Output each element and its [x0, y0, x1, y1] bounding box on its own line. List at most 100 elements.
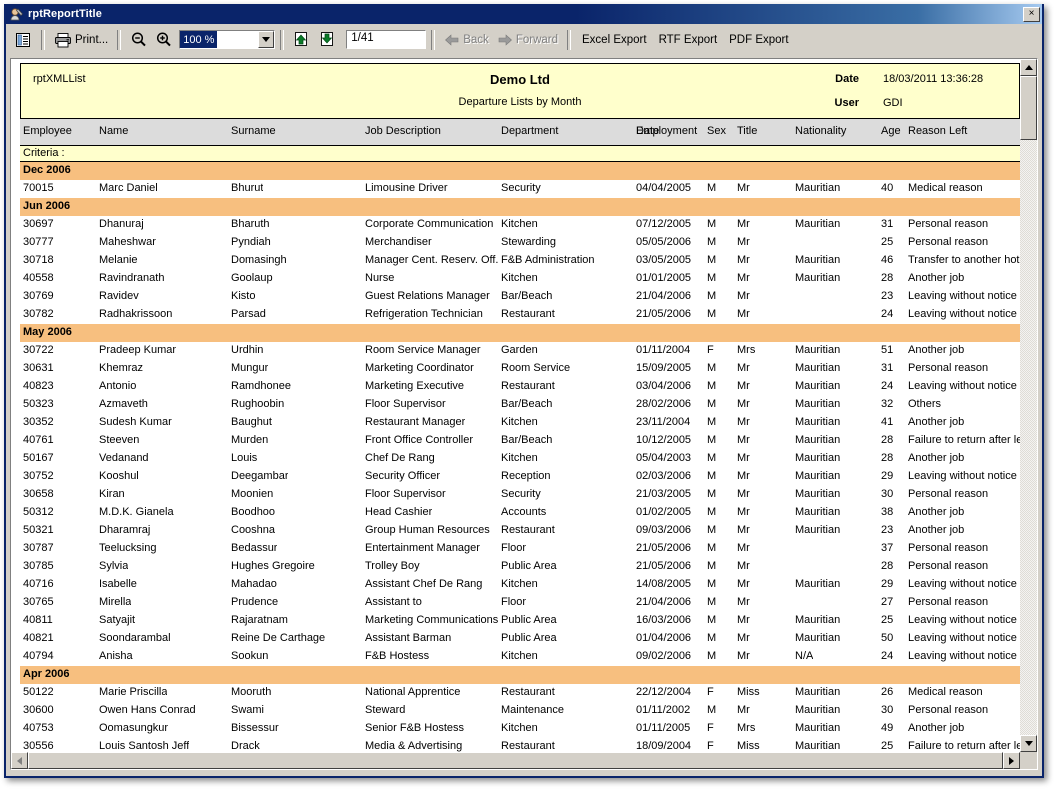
- table-row[interactable]: 30697 Dhanuraj Bharuth Corporate Communicat…: [20, 216, 1020, 234]
- group-header-label: Dec 2006: [23, 164, 71, 176]
- report-user-label: User: [834, 97, 859, 109]
- print-button[interactable]: Print...: [50, 28, 112, 52]
- scroll-up-button[interactable]: [1020, 59, 1037, 76]
- cell-age: 37: [881, 542, 894, 554]
- cell-surname: Mungur: [231, 362, 269, 374]
- table-row[interactable]: 30785 Sylvia Hughes Gregoire Trolley Boy Pub…: [20, 558, 1020, 576]
- cell-name: Pradeep Kumar: [99, 344, 177, 356]
- cell-sex: F: [707, 722, 714, 734]
- zoom-in-button[interactable]: [151, 28, 176, 52]
- table-row[interactable]: 70015 Marc Daniel Bhurut Limousine Driver Se…: [20, 180, 1020, 198]
- cell-title: Miss: [737, 740, 760, 752]
- cell-job-description: Media & Advertising: [365, 740, 463, 752]
- forward-button[interactable]: Forward: [493, 28, 562, 52]
- zoom-out-button[interactable]: [126, 28, 151, 52]
- cell-age: 29: [881, 470, 894, 482]
- zoom-level-combobox[interactable]: 100 %: [179, 30, 276, 49]
- cell-nationality: Mauritian: [795, 380, 841, 392]
- page-number-input[interactable]: 1/41: [346, 30, 427, 49]
- cell-reason-left: Failure to return after leav: [908, 434, 1020, 446]
- table-row[interactable]: 50321 Dharamraj Cooshna Group Human Resourc…: [20, 522, 1020, 540]
- cell-employment-date: 21/05/2006: [636, 308, 692, 320]
- cell-employee: 30787: [23, 542, 54, 554]
- cell-employment-date: 05/05/2006: [636, 236, 692, 248]
- cell-sex: M: [707, 596, 717, 608]
- toc-button[interactable]: [10, 28, 36, 52]
- cell-age: 30: [881, 488, 894, 500]
- table-row[interactable]: 50122 Marie Priscilla Mooruth National Appr…: [20, 684, 1020, 702]
- cell-job-description: Room Service Manager: [365, 344, 481, 356]
- table-row[interactable]: 40761 Steeven Murden Front Office Controlle…: [20, 432, 1020, 450]
- table-row[interactable]: 40716 Isabelle Mahadao Assistant Chef De Ra…: [20, 576, 1020, 594]
- previous-page-button[interactable]: [289, 28, 315, 52]
- cell-name: Ravindranath: [99, 272, 165, 284]
- table-row[interactable]: 30782 Radhakrissoon Parsad Refrigeration Te…: [20, 306, 1020, 324]
- cell-age: 24: [881, 308, 894, 320]
- page-down-icon: [321, 32, 334, 46]
- vertical-scrollbar-thumb[interactable]: [1020, 76, 1037, 140]
- scroll-right-button[interactable]: [1003, 752, 1020, 769]
- next-page-button[interactable]: [315, 28, 341, 52]
- scroll-left-button[interactable]: [11, 752, 28, 769]
- report-viewport: rptXMLList Demo Ltd Departure Lists by M…: [10, 58, 1038, 770]
- scroll-down-button[interactable]: [1020, 735, 1037, 752]
- cell-surname: Baughut: [231, 416, 272, 428]
- report-user-value: GDI: [883, 97, 903, 109]
- horizontal-scrollbar[interactable]: [11, 752, 1020, 769]
- table-row[interactable]: 50323 Azmaveth Rughoobin Floor Supervisor Ba…: [20, 396, 1020, 414]
- window-titlebar[interactable]: rptReportTitle ×: [6, 4, 1042, 24]
- table-row[interactable]: 40821 Soondarambal Reine De Carthage Assist…: [20, 630, 1020, 648]
- cell-name: Teelucksing: [99, 542, 157, 554]
- close-icon[interactable]: ×: [1023, 6, 1040, 22]
- table-row[interactable]: 30556 Louis Santosh Jeff Drack Media & Adve…: [20, 738, 1020, 752]
- table-row[interactable]: 40811 Satyajit Rajaratnam Marketing Communi…: [20, 612, 1020, 630]
- horizontal-scrollbar-thumb[interactable]: [28, 752, 1003, 769]
- table-row[interactable]: 30718 Melanie Domasingh Manager Cent. Reser…: [20, 252, 1020, 270]
- table-row[interactable]: 30787 Teelucksing Bedassur Entertainment Ma…: [20, 540, 1020, 558]
- cell-surname: Mahadao: [231, 578, 277, 590]
- table-row[interactable]: 30765 Mirella Prudence Assistant to Floor 21/…: [20, 594, 1020, 612]
- table-row[interactable]: 50312 M.D.K. Gianela Boodhoo Head Cashier Ac…: [20, 504, 1020, 522]
- table-row[interactable]: 30722 Pradeep Kumar Urdhin Room Service Man…: [20, 342, 1020, 360]
- table-row[interactable]: 30769 Ravidev Kisto Guest Relations Manager…: [20, 288, 1020, 306]
- cell-age: 28: [881, 434, 894, 446]
- cell-name: Anisha: [99, 650, 133, 662]
- table-row[interactable]: 40753 Oomasungkur Bissessur Senior F&B Host…: [20, 720, 1020, 738]
- table-row[interactable]: 40823 Antonio Ramdhonee Marketing Executive…: [20, 378, 1020, 396]
- column-header-job-description: Job Description: [365, 125, 441, 137]
- cell-employment-date: 21/04/2006: [636, 596, 692, 608]
- table-row[interactable]: 40558 Ravindranath Goolaup Nurse Kitchen 01/0…: [20, 270, 1020, 288]
- cell-employment-date: 02/03/2006: [636, 470, 692, 482]
- cell-nationality: Mauritian: [795, 578, 841, 590]
- cell-department: Bar/Beach: [501, 434, 553, 446]
- table-row[interactable]: 50167 Vedanand Louis Chef De Rang Kitchen 05/…: [20, 450, 1020, 468]
- cell-surname: Mooruth: [231, 686, 272, 698]
- cell-employment-date: 01/04/2006: [636, 632, 692, 644]
- vertical-scrollbar[interactable]: [1020, 59, 1037, 752]
- chevron-down-icon[interactable]: [258, 31, 275, 48]
- rtf-export-button[interactable]: RTF Export: [653, 34, 724, 46]
- vertical-scrollbar-track[interactable]: [1020, 76, 1037, 735]
- table-row[interactable]: 30600 Owen Hans Conrad Swami Steward Mainten…: [20, 702, 1020, 720]
- cell-employment-date: 18/09/2004: [636, 740, 692, 752]
- cell-job-description: Front Office Controller: [365, 434, 474, 446]
- cell-job-description: Floor Supervisor: [365, 398, 446, 410]
- cell-name: Marc Daniel: [99, 182, 158, 194]
- table-row[interactable]: 40794 Anisha Sookun F&B Hostess Kitchen 09/02…: [20, 648, 1020, 666]
- pdf-export-button[interactable]: PDF Export: [723, 34, 794, 46]
- excel-export-button[interactable]: Excel Export: [576, 34, 653, 46]
- cell-employee: 40558: [23, 272, 54, 284]
- table-row[interactable]: 30352 Sudesh Kumar Baughut Restaurant Manag…: [20, 414, 1020, 432]
- cell-reason-left: Leaving without notice: [908, 578, 1017, 590]
- table-row[interactable]: 30658 Kiran Moonien Floor Supervisor Securit…: [20, 486, 1020, 504]
- cell-title: Mr: [737, 632, 750, 644]
- cell-job-description: Refrigeration Technician: [365, 308, 483, 320]
- cell-department: Kitchen: [501, 650, 538, 662]
- table-row[interactable]: 30752 Kooshul Deegambar Security Officer Rec…: [20, 468, 1020, 486]
- cell-department: Room Service: [501, 362, 571, 374]
- cell-employment-date: 21/05/2006: [636, 542, 692, 554]
- back-button[interactable]: Back: [440, 28, 493, 52]
- table-row[interactable]: 30631 Khemraz Mungur Marketing Coordinator R…: [20, 360, 1020, 378]
- table-row[interactable]: 30777 Maheshwar Pyndiah Merchandiser Steward…: [20, 234, 1020, 252]
- report-date-value: 18/03/2011 13:36:28: [883, 73, 984, 85]
